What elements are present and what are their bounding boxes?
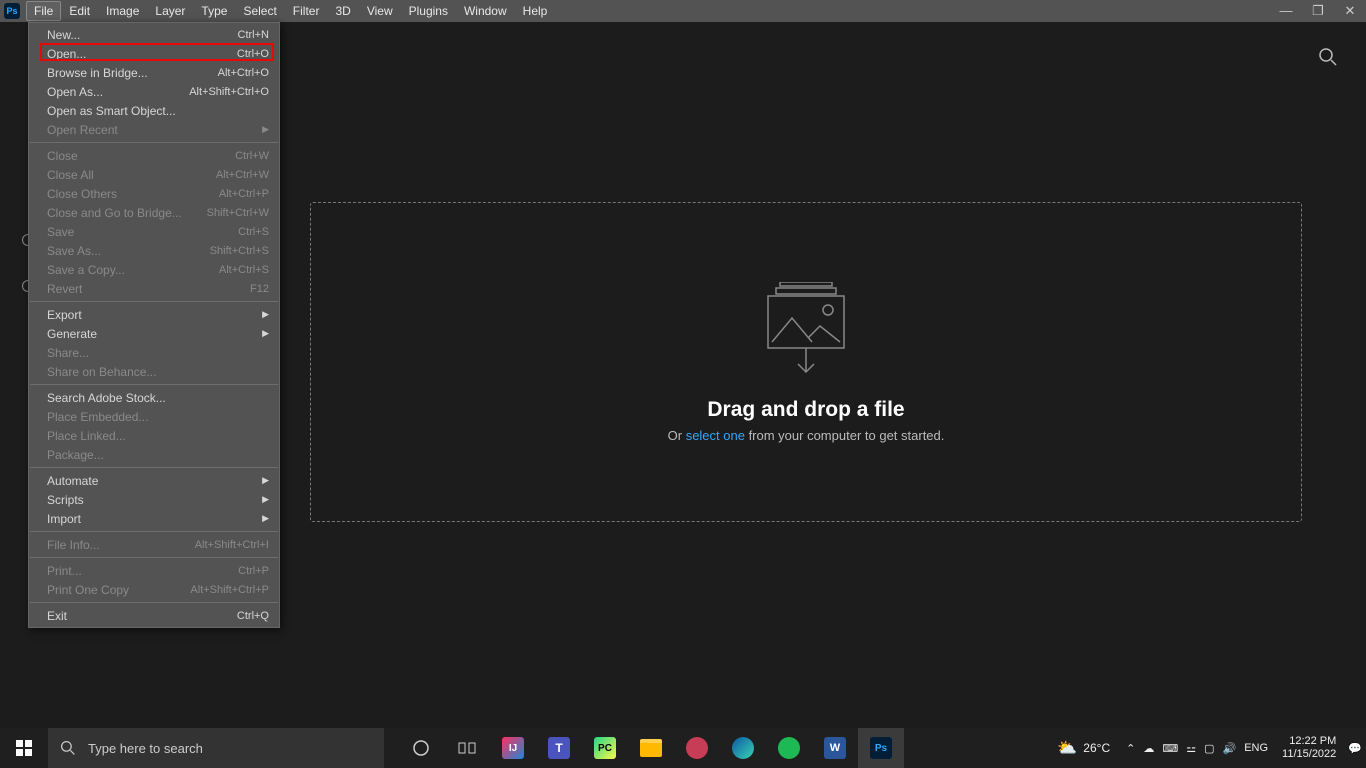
menu-separator xyxy=(30,557,278,558)
tray-chevron-up-icon[interactable]: ⌃ xyxy=(1126,742,1135,755)
menu-item-save-a-copy: Save a Copy...Alt+Ctrl+S xyxy=(29,260,279,279)
menubar-item-3d[interactable]: 3D xyxy=(327,1,358,21)
image-drop-icon xyxy=(758,282,854,378)
menu-item-close-all: Close AllAlt+Ctrl+W xyxy=(29,165,279,184)
menu-item-close: CloseCtrl+W xyxy=(29,146,279,165)
taskbar-clock[interactable]: 12:22 PM 11/15/2022 xyxy=(1282,735,1336,761)
tray-volume-icon[interactable]: 🔊 xyxy=(1223,742,1237,755)
menu-item-open-recent: Open Recent▶ xyxy=(29,120,279,139)
minimize-button[interactable]: — xyxy=(1270,0,1302,22)
menu-separator xyxy=(30,531,278,532)
menu-item-print: Print...Ctrl+P xyxy=(29,561,279,580)
drop-subtitle: Or select one from your computer to get … xyxy=(668,428,945,443)
search-placeholder: Type here to search xyxy=(88,741,203,756)
menu-item-share: Share... xyxy=(29,343,279,362)
menubar-item-layer[interactable]: Layer xyxy=(147,1,193,21)
window-controls: — ❐ ✕ xyxy=(1270,0,1366,22)
taskbar: Type here to search IJ T PC W Ps ⛅ 26°C … xyxy=(0,728,1366,768)
menu-item-close-and-go-to-bridge: Close and Go to Bridge...Shift+Ctrl+W xyxy=(29,203,279,222)
menubar-item-edit[interactable]: Edit xyxy=(61,1,98,21)
tray-keyboard-icon[interactable]: ⌨ xyxy=(1162,742,1178,755)
tray-lang[interactable]: ENG xyxy=(1244,742,1268,754)
tray-onedrive-icon[interactable]: ☁ xyxy=(1143,742,1154,755)
menu-item-file-info: File Info...Alt+Shift+Ctrl+I xyxy=(29,535,279,554)
menubar-item-type[interactable]: Type xyxy=(193,1,235,21)
menu-item-close-others: Close OthersAlt+Ctrl+P xyxy=(29,184,279,203)
menu-item-print-one-copy: Print One CopyAlt+Shift+Ctrl+P xyxy=(29,580,279,599)
menu-item-save: SaveCtrl+S xyxy=(29,222,279,241)
menu-item-browse-in-bridge[interactable]: Browse in Bridge...Alt+Ctrl+O xyxy=(29,63,279,82)
maximize-button[interactable]: ❐ xyxy=(1302,0,1334,22)
menu-separator xyxy=(30,602,278,603)
menubar-item-window[interactable]: Window xyxy=(456,1,515,21)
menu-item-import[interactable]: Import▶ xyxy=(29,509,279,528)
tray-battery-icon[interactable]: ▢ xyxy=(1204,742,1214,755)
menu-item-scripts[interactable]: Scripts▶ xyxy=(29,490,279,509)
close-button[interactable]: ✕ xyxy=(1334,0,1366,22)
search-icon xyxy=(60,740,76,756)
menubar-item-view[interactable]: View xyxy=(359,1,401,21)
cortana-icon[interactable] xyxy=(398,728,444,768)
menubar-item-image[interactable]: Image xyxy=(98,1,147,21)
photoshop-logo-icon: Ps xyxy=(4,3,20,19)
menu-separator xyxy=(30,301,278,302)
taskbar-app-explorer[interactable] xyxy=(628,728,674,768)
menu-item-place-linked: Place Linked... xyxy=(29,426,279,445)
file-menu-dropdown[interactable]: New...Ctrl+NOpen...Ctrl+OBrowse in Bridg… xyxy=(28,22,280,628)
taskbar-app-word[interactable]: W xyxy=(812,728,858,768)
menu-separator xyxy=(30,142,278,143)
menu-item-search-adobe-stock[interactable]: Search Adobe Stock... xyxy=(29,388,279,407)
menubar-item-file[interactable]: File xyxy=(26,1,61,21)
taskbar-app-pycharm[interactable]: PC xyxy=(582,728,628,768)
menu-separator xyxy=(30,384,278,385)
taskbar-app-teams[interactable]: T xyxy=(536,728,582,768)
tray-notifications-icon[interactable]: 💬 xyxy=(1348,742,1362,755)
taskbar-weather[interactable]: ⛅ 26°C xyxy=(1057,738,1110,758)
task-view-icon[interactable] xyxy=(444,728,490,768)
taskbar-app-photoshop[interactable]: Ps xyxy=(858,728,904,768)
tray-wifi-icon[interactable]: ⚍ xyxy=(1186,742,1196,755)
titlebar: Ps FileEditImageLayerTypeSelectFilter3DV… xyxy=(0,0,1366,22)
menu-item-automate[interactable]: Automate▶ xyxy=(29,471,279,490)
search-icon[interactable] xyxy=(1318,47,1338,72)
menu-separator xyxy=(30,467,278,468)
taskbar-app-edge[interactable] xyxy=(720,728,766,768)
menu-item-share-on-behance: Share on Behance... xyxy=(29,362,279,381)
menu-item-open-as-smart-object[interactable]: Open as Smart Object... xyxy=(29,101,279,120)
drop-title: Drag and drop a file xyxy=(707,398,904,422)
menu-item-open[interactable]: Open...Ctrl+O xyxy=(29,44,279,63)
menu-item-place-embedded: Place Embedded... xyxy=(29,407,279,426)
weather-temp: 26°C xyxy=(1083,741,1110,755)
menubar-item-select[interactable]: Select xyxy=(235,1,284,21)
menu-item-export[interactable]: Export▶ xyxy=(29,305,279,324)
taskbar-app-intellij[interactable]: IJ xyxy=(490,728,536,768)
taskbar-search[interactable]: Type here to search xyxy=(48,728,384,768)
menu-item-generate[interactable]: Generate▶ xyxy=(29,324,279,343)
select-one-link[interactable]: select one xyxy=(686,428,745,443)
menubar-item-plugins[interactable]: Plugins xyxy=(401,1,456,21)
menu-item-open-as[interactable]: Open As...Alt+Shift+Ctrl+O xyxy=(29,82,279,101)
taskbar-app-snip[interactable] xyxy=(674,728,720,768)
menubar-item-help[interactable]: Help xyxy=(515,1,556,21)
taskbar-app-spotify[interactable] xyxy=(766,728,812,768)
menu-item-new[interactable]: New...Ctrl+N xyxy=(29,25,279,44)
menu-item-save-as: Save As...Shift+Ctrl+S xyxy=(29,241,279,260)
menu-item-package: Package... xyxy=(29,445,279,464)
menubar: FileEditImageLayerTypeSelectFilter3DView… xyxy=(26,1,555,21)
menu-item-exit[interactable]: ExitCtrl+Q xyxy=(29,606,279,625)
drop-area[interactable]: Drag and drop a file Or select one from … xyxy=(310,202,1302,522)
start-button[interactable] xyxy=(0,728,48,768)
menubar-item-filter[interactable]: Filter xyxy=(285,1,328,21)
menu-item-revert: RevertF12 xyxy=(29,279,279,298)
